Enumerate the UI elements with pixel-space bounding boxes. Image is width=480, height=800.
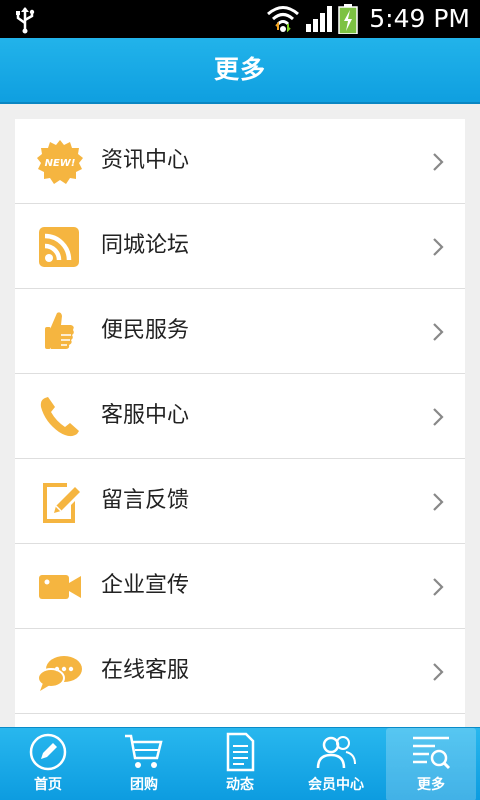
menu-list: NEW! 资讯中心 同城论坛 便民服务 客服中心 留言反馈 企业宣传 在线客服 — [15, 119, 465, 754]
menu-item-label: 客服中心 — [101, 403, 190, 428]
tab-group-buy[interactable]: 团购 — [96, 728, 192, 800]
menu-item-label: 便民服务 — [101, 318, 190, 343]
menu-item-label: 资讯中心 — [101, 148, 190, 173]
phone-icon — [40, 397, 79, 437]
users-icon — [316, 736, 356, 769]
new-badge-icon: NEW! — [37, 140, 83, 184]
tab-more[interactable]: 更多 — [386, 728, 476, 800]
chevron-right-icon — [433, 663, 444, 681]
wifi-icon — [267, 6, 299, 33]
chevron-right-icon — [433, 578, 444, 596]
menu-item-services[interactable]: 便民服务 — [15, 289, 465, 374]
edit-note-icon — [43, 483, 80, 523]
menu-item-online-chat[interactable]: 在线客服 — [15, 629, 465, 714]
tab-home[interactable]: 首页 — [0, 728, 96, 800]
usb-icon — [16, 7, 35, 34]
menu-item-news[interactable]: NEW! 资讯中心 — [15, 119, 465, 204]
new-badge-text: NEW! — [45, 158, 76, 169]
video-camera-icon — [39, 575, 81, 599]
bottom-tab-bar: 首页 团购 动态 会员中心 更多 — [0, 727, 480, 800]
rss-icon — [39, 227, 79, 267]
tab-label: 团购 — [130, 777, 158, 793]
chevron-right-icon — [433, 493, 444, 511]
tab-label: 动态 — [226, 777, 254, 793]
status-bar: 5:49 PM — [0, 0, 480, 38]
page-title: 更多 — [213, 55, 266, 84]
menu-item-label: 留言反馈 — [101, 488, 190, 513]
status-time: 5:49 PM — [369, 4, 470, 33]
shopping-cart-icon — [125, 734, 163, 768]
signal-icon — [306, 6, 332, 32]
tab-label: 更多 — [417, 777, 445, 793]
document-icon — [226, 732, 255, 772]
chevron-right-icon — [433, 323, 444, 341]
menu-item-company-promo[interactable]: 企业宣传 — [15, 544, 465, 629]
chevron-right-icon — [433, 238, 444, 256]
menu-item-label: 在线客服 — [101, 658, 190, 683]
thumbs-up-icon — [45, 312, 74, 349]
menu-item-forum[interactable]: 同城论坛 — [15, 204, 465, 289]
tab-label: 会员中心 — [308, 777, 364, 793]
battery-charging-icon — [338, 4, 358, 34]
pencil-circle-icon — [29, 733, 67, 771]
tab-member-center[interactable]: 会员中心 — [288, 728, 384, 800]
tab-activity[interactable]: 动态 — [192, 728, 288, 800]
chevron-right-icon — [433, 408, 444, 426]
chat-bubbles-icon — [37, 656, 82, 691]
list-search-icon — [413, 736, 451, 770]
menu-item-label: 同城论坛 — [101, 233, 190, 258]
header: 更多 — [0, 38, 480, 104]
chevron-right-icon — [433, 153, 444, 171]
menu-item-feedback[interactable]: 留言反馈 — [15, 459, 465, 544]
tab-label: 首页 — [34, 777, 62, 793]
menu-item-customer-service[interactable]: 客服中心 — [15, 374, 465, 459]
menu-item-label: 企业宣传 — [101, 573, 190, 598]
